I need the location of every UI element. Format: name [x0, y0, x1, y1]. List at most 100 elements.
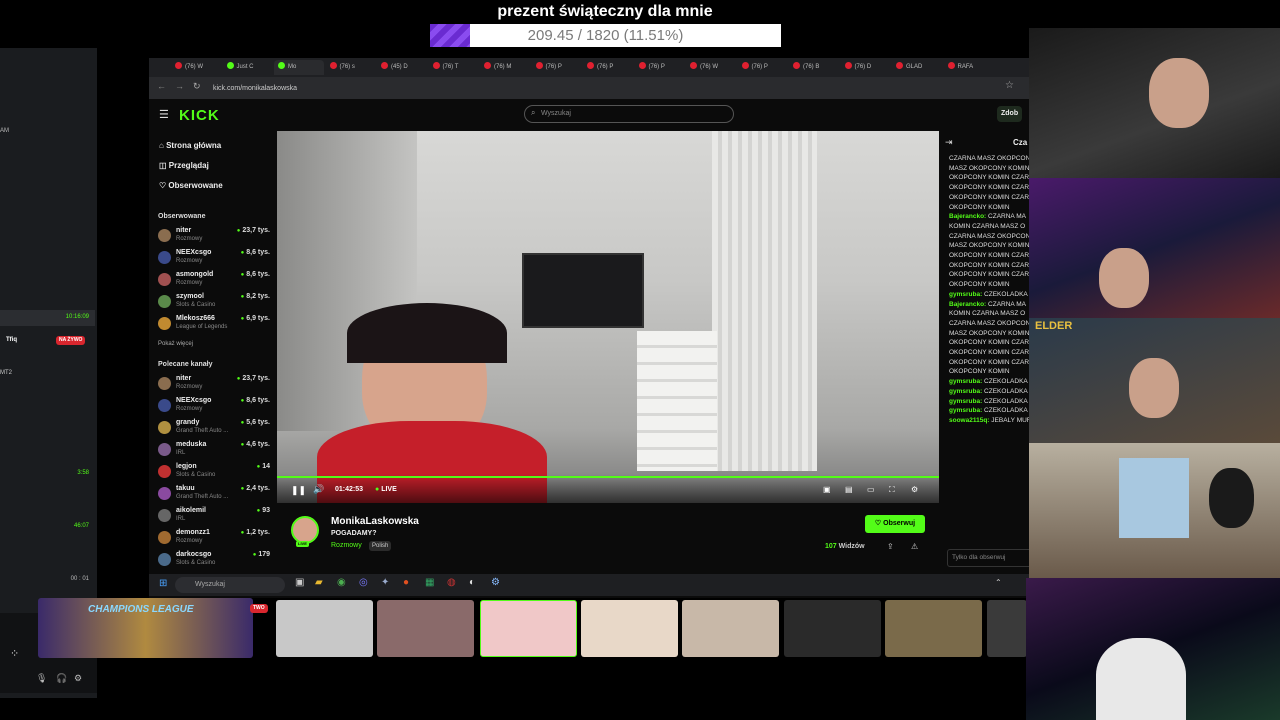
- obs-icon[interactable]: ◐: [469, 577, 475, 588]
- report-icon[interactable]: ⚠: [911, 542, 918, 551]
- settings-icon[interactable]: ⚙: [911, 485, 918, 494]
- language-tag[interactable]: Polish: [369, 541, 392, 551]
- chat-username[interactable]: Bajerancko:: [949, 301, 986, 308]
- collapse-chat-icon[interactable]: ⇥: [945, 137, 953, 148]
- thumb-face-1[interactable]: [377, 600, 474, 657]
- settings-app-icon[interactable]: ⚙: [491, 577, 500, 588]
- url-input[interactable]: kick.com/monikalaskowska: [213, 81, 953, 96]
- pip-icon[interactable]: ▣: [823, 485, 831, 494]
- channel-item[interactable]: NEEXcsgo Rozmowy 8,6 tys.: [158, 397, 270, 419]
- chat-input[interactable]: Tylko dla obserwuj: [947, 549, 1029, 567]
- browser-tab[interactable]: (76) P: [532, 60, 582, 75]
- kick-logo[interactable]: KICK: [179, 107, 220, 124]
- taskbar-search[interactable]: Wyszukaj: [175, 577, 285, 593]
- task-view-icon[interactable]: ▣: [295, 577, 304, 588]
- channel-item[interactable]: aikolemil IRL 93: [158, 507, 270, 529]
- channel-category: Rozmowy: [176, 538, 203, 544]
- chat-username[interactable]: gymsruba:: [949, 388, 982, 395]
- nav-browse[interactable]: ◫ Przeglądaj: [159, 161, 209, 170]
- channel-item[interactable]: niter Rozmowy 23,7 tys.: [158, 227, 270, 249]
- chat-username[interactable]: gymsruba:: [949, 378, 982, 385]
- fullscreen-icon[interactable]: ⛶: [889, 485, 895, 495]
- reload-icon[interactable]: ↻: [193, 81, 201, 92]
- browser-tab[interactable]: (45) D: [377, 60, 427, 75]
- thumb-face-5[interactable]: [885, 600, 982, 657]
- follow-button[interactable]: ♡ Obserwuj: [865, 515, 925, 533]
- channel-item[interactable]: legjon Slots & Casino 14: [158, 463, 270, 485]
- video-player[interactable]: ❚❚ 🔊 01:42:53 ● LIVE ▣ ▤ ▭ ⛶ ⚙: [277, 131, 939, 503]
- channel-category: Rozmowy: [176, 406, 203, 412]
- channel-name: NEEXcsgo: [176, 397, 212, 404]
- stream-category[interactable]: Rozmowy: [331, 542, 362, 549]
- nav-following[interactable]: ♡ Obserwowane: [159, 181, 223, 190]
- thumb-face-2[interactable]: [581, 600, 678, 657]
- browser-tab[interactable]: (76) W: [171, 60, 221, 75]
- browser-tab[interactable]: Just C: [223, 60, 273, 75]
- browser-tab[interactable]: GLAD: [892, 60, 942, 75]
- browser-tab[interactable]: RAFA: [944, 60, 994, 75]
- thumb-face-4[interactable]: [784, 600, 881, 657]
- channel-item[interactable]: demonzz1 Rozmowy 1,2 tys.: [158, 529, 270, 551]
- progress-line[interactable]: [277, 476, 939, 478]
- app-icon-green[interactable]: ▦: [425, 577, 434, 588]
- channel-item[interactable]: asmongold Rozmowy 8,6 tys.: [158, 271, 270, 293]
- gear-icon[interactable]: ⚙: [74, 673, 82, 684]
- forward-icon[interactable]: →: [175, 81, 184, 91]
- channel-item[interactable]: Mlekosz666 League of Legends 6,9 tys.: [158, 315, 270, 337]
- search-input[interactable]: Wyszukaj: [524, 105, 734, 123]
- nav-home[interactable]: ⌂ Strona główna: [159, 141, 221, 150]
- chat-username[interactable]: Bajerancko:: [949, 213, 986, 220]
- thumb-nfx[interactable]: [480, 600, 577, 657]
- thumb-car[interactable]: [276, 600, 373, 657]
- channel-viewers: 4,6 tys.: [241, 441, 270, 448]
- account-button[interactable]: Zdob: [997, 106, 1023, 122]
- theater-icon[interactable]: ▭: [867, 485, 875, 494]
- browser-tab[interactable]: (76) D: [841, 60, 891, 75]
- pause-icon[interactable]: ❚❚: [291, 485, 306, 496]
- mic-icon[interactable]: 🎙: [36, 673, 47, 684]
- headphones-icon[interactable]: 🎧: [56, 673, 67, 684]
- channel-item[interactable]: grandy Grand Theft Auto ... 5,6 tys.: [158, 419, 270, 441]
- chat-username[interactable]: gymsruba:: [949, 291, 982, 298]
- app-icon-red[interactable]: ◍: [447, 577, 456, 588]
- channel-item[interactable]: NEEXcsgo Rozmowy 8,6 tys.: [158, 249, 270, 271]
- steam-icon[interactable]: ✦: [381, 577, 389, 588]
- channel-item[interactable]: niter Rozmowy 23,7 tys.: [158, 375, 270, 397]
- channel-item[interactable]: meduska IRL 4,6 tys.: [158, 441, 270, 463]
- thumb-face-3[interactable]: [682, 600, 779, 657]
- thumb-face-6[interactable]: [987, 600, 1027, 657]
- browser-tab[interactable]: (76) P: [738, 60, 788, 75]
- volume-icon[interactable]: 🔊: [313, 484, 324, 495]
- star-icon[interactable]: ☆: [1005, 80, 1014, 91]
- browser-tab[interactable]: (76) B: [789, 60, 839, 75]
- channel-item[interactable]: szymool Slots & Casino 8,2 tys.: [158, 293, 270, 315]
- windows-start-icon[interactable]: ⊞: [159, 578, 167, 589]
- browser-tab[interactable]: (76) s: [326, 60, 376, 75]
- browser-tab[interactable]: Mo: [274, 60, 324, 75]
- chat-username[interactable]: gymsruba:: [949, 407, 982, 414]
- grid-icon[interactable]: ⁘: [10, 647, 19, 660]
- tray-chevron-icon[interactable]: ⌃: [995, 578, 1002, 587]
- streamer-name[interactable]: MonikaLaskowska: [331, 516, 419, 527]
- clip-icon[interactable]: ▤: [845, 485, 853, 494]
- menu-icon[interactable]: ☰: [159, 108, 169, 121]
- share-icon[interactable]: ⇪: [887, 542, 894, 551]
- file-explorer-icon[interactable]: ▰: [315, 577, 323, 588]
- discord-icon[interactable]: ◎: [359, 577, 368, 588]
- browser-tab[interactable]: (76) W: [686, 60, 736, 75]
- chat-username[interactable]: soowa2115q:: [949, 417, 989, 424]
- show-more-link[interactable]: Pokaż więcej: [158, 341, 193, 347]
- channel-viewers: 179: [253, 551, 270, 558]
- chrome-icon[interactable]: ◉: [337, 577, 346, 588]
- streamer-avatar[interactable]: [291, 516, 319, 544]
- channel-item[interactable]: takuu Grand Theft Auto ... 2,4 tys.: [158, 485, 270, 507]
- app-icon-orange[interactable]: ●: [403, 577, 409, 588]
- browser-tab[interactable]: (76) P: [635, 60, 685, 75]
- browser-tab[interactable]: (76) T: [429, 60, 479, 75]
- chat-username[interactable]: gymsruba:: [949, 398, 982, 405]
- channel-item[interactable]: darkocsgo Slots & Casino 179: [158, 551, 270, 573]
- browser-tab[interactable]: (76) M: [480, 60, 530, 75]
- chat-message: Bajerancko: CZARNA MA: [949, 301, 1026, 308]
- back-icon[interactable]: ←: [157, 81, 166, 91]
- browser-tab[interactable]: (76) P: [583, 60, 633, 75]
